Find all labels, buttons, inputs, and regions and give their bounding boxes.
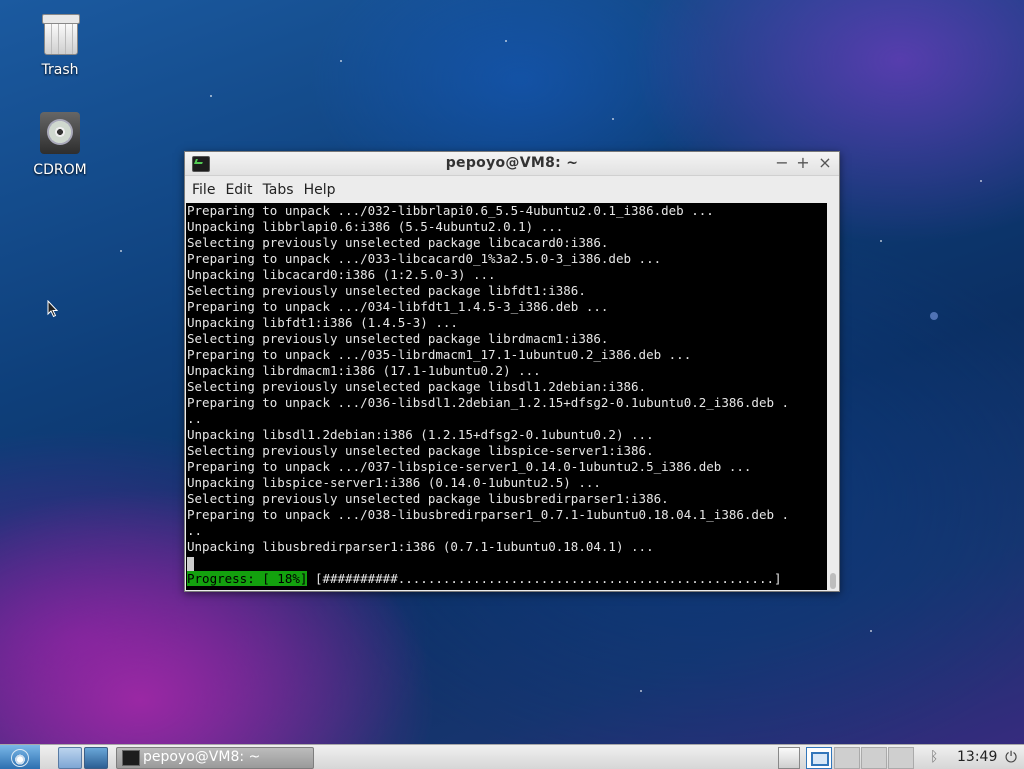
terminal-line: Preparing to unpack .../036-libsdl1.2deb… [187, 395, 790, 410]
star [612, 118, 614, 120]
cdrom-icon [38, 112, 82, 156]
progress-line: Progress: [ 18%] [##########............… [186, 571, 827, 587]
window-titlebar[interactable]: pepoyo@VM8: ~ − + × [185, 152, 839, 176]
terminal-line: Unpacking libsdl1.2debian:i386 (1.2.15+d… [187, 427, 654, 442]
clock[interactable]: 13:49 [957, 747, 997, 767]
terminal-line: Unpacking librdmacm1:i386 (17.1-1ubuntu0… [187, 363, 541, 378]
terminal-line: Unpacking libusbredirparser1:i386 (0.7.1… [187, 539, 654, 554]
window-list-icon[interactable] [778, 747, 800, 769]
terminal-line: Preparing to unpack .../032-libbrlapi0.6… [187, 203, 714, 218]
desktop-icon-label: Trash [41, 62, 79, 78]
progress-bar: [##########.............................… [307, 571, 782, 586]
terminal-line: .. [187, 523, 203, 538]
workspace-2[interactable] [834, 747, 860, 769]
minimize-button[interactable]: − [773, 154, 791, 172]
terminal-window: pepoyo@VM8: ~ − + × File Edit Tabs Help … [184, 151, 840, 592]
star [980, 180, 982, 182]
menu-bar: File Edit Tabs Help [185, 176, 839, 203]
star [505, 40, 507, 42]
terminal-line: Selecting previously unselected package … [187, 283, 586, 298]
star [120, 250, 122, 252]
star [340, 60, 342, 62]
terminal-line: Selecting previously unselected package … [187, 443, 654, 458]
workspace-3[interactable] [861, 747, 887, 769]
menu-tabs[interactable]: Tabs [258, 182, 299, 198]
terminal-scrollbar[interactable] [828, 203, 838, 590]
bluetooth-icon[interactable]: ᛒ [930, 747, 942, 767]
star [930, 312, 938, 320]
terminal-line: Selecting previously unselected package … [187, 379, 647, 394]
star [880, 240, 882, 242]
terminal-line: Selecting previously unselected package … [187, 491, 669, 506]
workspace-1[interactable] [806, 747, 832, 769]
scrollbar-thumb[interactable] [830, 573, 836, 589]
desktop-icon-label: CDROM [33, 162, 87, 178]
terminal-line: .. [187, 411, 203, 426]
maximize-button[interactable]: + [794, 154, 812, 172]
terminal-output[interactable]: Preparing to unpack .../032-libbrlapi0.6… [186, 203, 827, 590]
start-menu-icon[interactable] [0, 745, 40, 769]
star [640, 690, 642, 692]
close-button[interactable]: × [816, 154, 834, 172]
trash-icon [38, 12, 82, 56]
menu-file[interactable]: File [187, 182, 220, 198]
terminal-line: Selecting previously unselected package … [187, 331, 609, 346]
taskbar-terminal-button[interactable]: pepoyo@VM8: ~ [116, 747, 314, 769]
terminal-line-empty [186, 555, 827, 571]
taskbar-terminal-label: pepoyo@VM8: ~ [143, 749, 261, 765]
progress-label: Progress: [ 18%] [187, 571, 308, 586]
terminal-line: Preparing to unpack .../034-libfdt1_1.4.… [187, 299, 609, 314]
terminal-line: Preparing to unpack .../033-libcacard0_1… [187, 251, 662, 266]
file-manager-icon[interactable] [58, 747, 82, 769]
terminal-line: Unpacking libcacard0:i386 (1:2.5.0-3) ..… [187, 267, 496, 282]
power-icon[interactable]: ⏻ [1002, 747, 1020, 767]
terminal-icon [122, 750, 140, 766]
taskbar: pepoyo@VM8: ~ ᛒ 13:49 ⏻ [0, 744, 1024, 769]
preferences-icon[interactable] [84, 747, 108, 769]
star [210, 95, 212, 97]
workspace-4[interactable] [888, 747, 914, 769]
mouse-pointer-icon [47, 300, 59, 318]
menu-help[interactable]: Help [299, 182, 341, 198]
window-title: pepoyo@VM8: ~ [445, 155, 579, 171]
terminal-line: Selecting previously unselected package … [187, 235, 609, 250]
terminal-line: Preparing to unpack .../038-libusbredirp… [187, 507, 790, 522]
terminal-line: Preparing to unpack .../037-libspice-ser… [187, 459, 752, 474]
terminal-line: Unpacking libfdt1:i386 (1.4.5-3) ... [187, 315, 458, 330]
menu-edit[interactable]: Edit [220, 182, 257, 198]
desktop-icon-cdrom[interactable]: CDROM [20, 112, 100, 178]
terminal-line: Preparing to unpack .../035-librdmacm1_1… [187, 347, 692, 362]
terminal-line: Unpacking libspice-server1:i386 (0.14.0-… [187, 475, 601, 490]
desktop-icon-trash[interactable]: Trash [20, 12, 100, 78]
terminal-line: Unpacking libbrlapi0.6:i386 (5.5-4ubuntu… [187, 219, 564, 234]
terminal-cursor [187, 556, 194, 571]
star [870, 630, 872, 632]
